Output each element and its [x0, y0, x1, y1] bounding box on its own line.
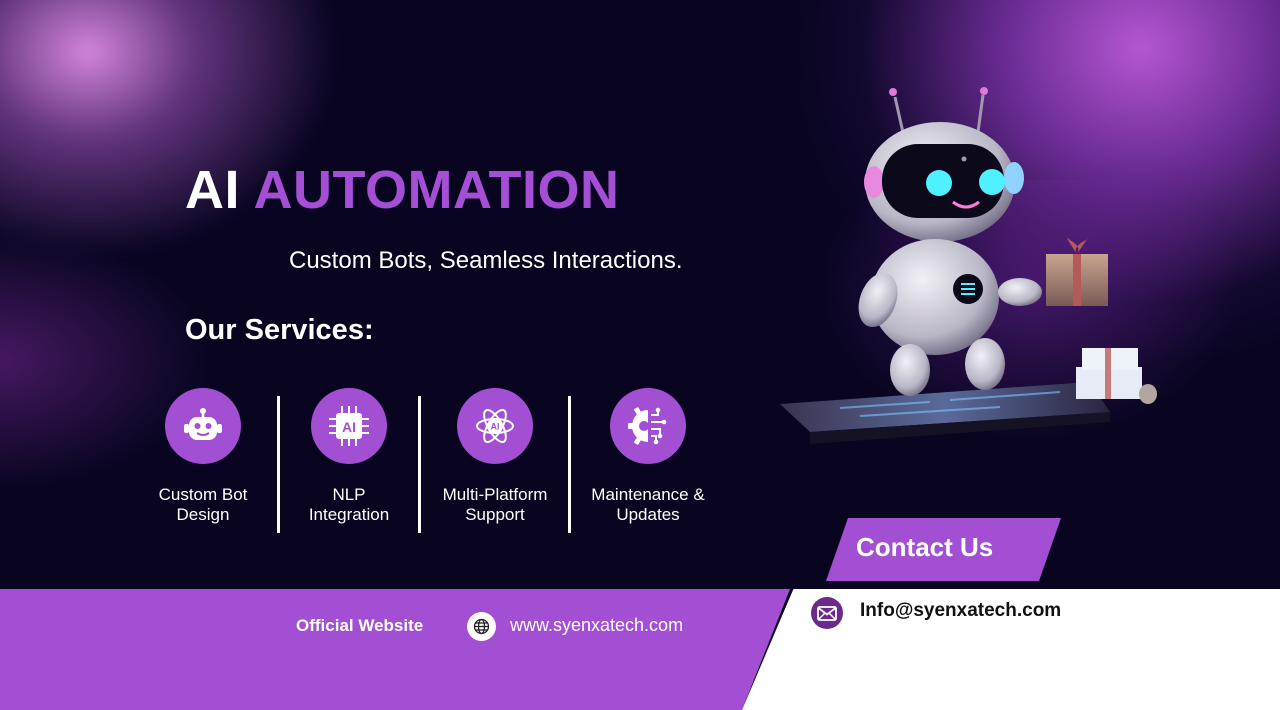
gear-circuit-icon	[610, 388, 686, 464]
services-heading: Our Services:	[185, 314, 374, 346]
robot-illustration	[780, 87, 1157, 444]
service-label: Custom Bot Design	[158, 485, 248, 524]
footer-band	[0, 589, 1280, 710]
tagline: Custom Bots, Seamless Interactions.	[289, 247, 683, 274]
email-link[interactable]: Info@syenxatech.com	[860, 600, 1061, 622]
globe-icon	[467, 612, 496, 641]
robot-face-icon	[165, 388, 241, 464]
service-multi-platform-support: AI Multi-Platform Support	[425, 388, 565, 525]
contact-heading: Contact Us	[856, 532, 994, 562]
ai-chip-icon: AI	[311, 388, 387, 464]
service-label: NLP Integration	[308, 485, 390, 524]
website-link[interactable]: www.syenxatech.com	[510, 615, 683, 636]
service-custom-bot-design: Custom Bot Design	[133, 388, 273, 525]
title-ai: AI	[185, 160, 240, 220]
service-maintenance-updates: Maintenance & Updates	[578, 388, 718, 525]
divider	[418, 396, 421, 533]
service-label: Multi-Platform Support	[442, 485, 548, 524]
page-title: AI AUTOMATION	[185, 158, 619, 222]
ai-atom-icon: AI	[457, 388, 533, 464]
svg-text:AI: AI	[342, 419, 356, 435]
service-nlp-integration: AI NLP Integration	[279, 388, 419, 525]
service-label: Maintenance & Updates	[591, 485, 705, 524]
ai-automation-banner: AI AUTOMATION Custom Bots, Seamless Inte…	[0, 0, 1280, 710]
mail-icon	[811, 597, 843, 629]
divider	[568, 396, 571, 533]
svg-text:AI: AI	[491, 422, 500, 432]
official-website-label: Official Website	[296, 616, 424, 635]
title-automation: AUTOMATION	[253, 160, 620, 220]
